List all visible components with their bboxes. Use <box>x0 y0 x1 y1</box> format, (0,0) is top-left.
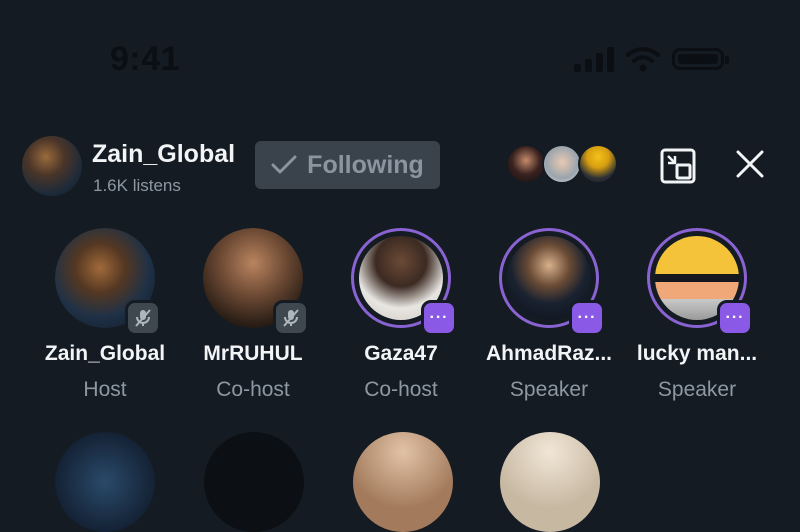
participant-name: MrRUHUL <box>203 342 303 365</box>
participant-zain-global[interactable]: Zain_Global Host <box>30 228 180 402</box>
picture-in-picture-icon[interactable] <box>660 148 696 184</box>
participant-role: Co-host <box>364 378 438 401</box>
participant-avatar[interactable] <box>55 432 155 532</box>
more-options-icon[interactable]: ··· <box>569 300 605 336</box>
muted-mic-icon <box>125 300 161 336</box>
participant-avatar[interactable] <box>55 228 161 336</box>
participant-gaza47[interactable]: ··· Gaza47 Co-host <box>326 228 476 402</box>
muted-mic-icon <box>273 300 309 336</box>
listener-avatar-3[interactable] <box>578 144 618 184</box>
status-icons <box>574 44 729 74</box>
participant-lucky-man[interactable]: ··· lucky man... Speaker <box>622 228 772 402</box>
following-button[interactable]: Following <box>255 141 440 189</box>
participant-ahmadraz[interactable]: ··· AhmadRaz... Speaker <box>474 228 624 402</box>
participant-avatar[interactable]: ··· <box>351 228 457 336</box>
cellular-signal-icon <box>574 46 614 72</box>
following-label: Following <box>307 150 424 179</box>
status-time: 9:41 <box>110 40 181 78</box>
checkmark-icon <box>271 155 297 174</box>
participant-name: Zain_Global <box>44 342 166 365</box>
participant-name: AhmadRaz... <box>485 342 613 365</box>
participant-avatar[interactable] <box>353 432 453 532</box>
participant-role: Host <box>83 378 127 401</box>
participant-name: lucky man... <box>636 342 758 365</box>
participant-mrruhul[interactable]: MrRUHUL Co-host <box>178 228 328 402</box>
host-name[interactable]: Zain_Global <box>92 140 235 169</box>
listener-avatar-2[interactable] <box>542 144 582 184</box>
more-options-icon[interactable]: ··· <box>717 300 753 336</box>
listener-avatar-1[interactable] <box>506 144 546 184</box>
battery-icon <box>672 48 729 70</box>
host-avatar[interactable] <box>22 136 82 196</box>
participant-name: Gaza47 <box>364 342 438 365</box>
listener-avatars[interactable] <box>506 144 618 184</box>
participant-avatar[interactable] <box>500 432 600 532</box>
participant-role: Speaker <box>657 378 737 401</box>
participant-role: Speaker <box>509 378 589 401</box>
close-icon[interactable] <box>734 148 766 180</box>
participant-role: Co-host <box>216 378 290 401</box>
participant-avatar[interactable]: ··· <box>647 228 753 336</box>
participant-avatar[interactable]: ··· <box>499 228 605 336</box>
participant-avatar[interactable] <box>203 228 309 336</box>
listens-count: 1.6K listens <box>93 176 181 195</box>
wifi-icon <box>626 47 660 72</box>
participant-avatar[interactable] <box>204 432 304 532</box>
more-options-icon[interactable]: ··· <box>421 300 457 336</box>
